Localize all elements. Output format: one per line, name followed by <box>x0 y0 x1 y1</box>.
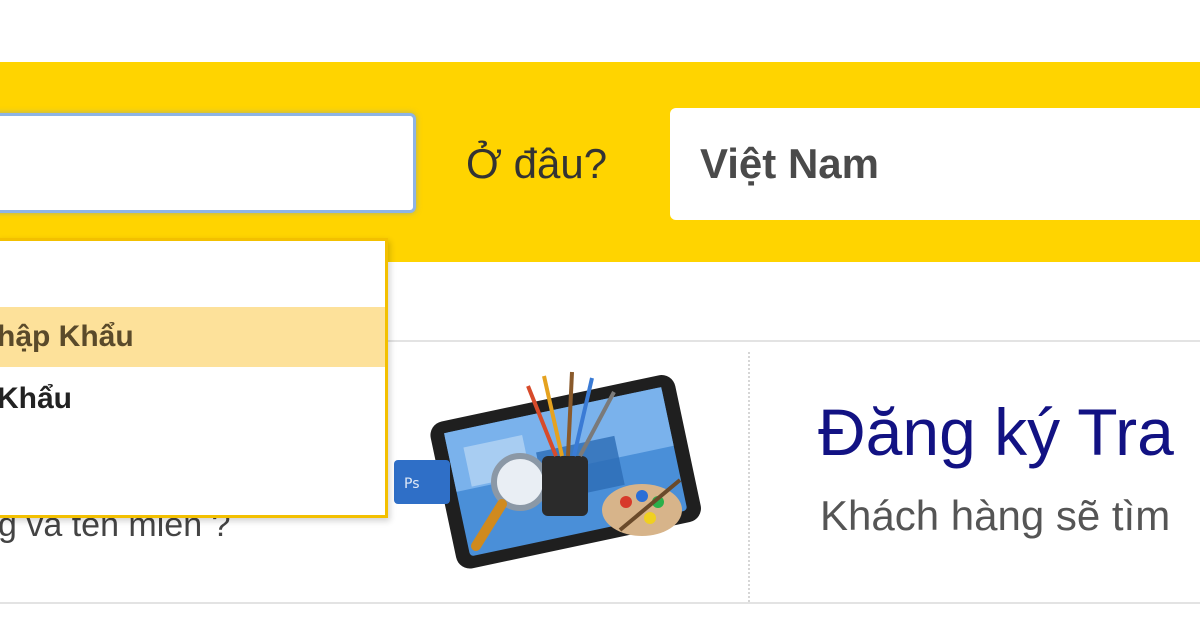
what-search-input[interactable] <box>0 113 416 213</box>
suggestion-item-highlighted[interactable]: hập Khẩu <box>0 307 385 367</box>
where-search-input[interactable] <box>670 108 1200 220</box>
top-strip <box>0 0 1200 62</box>
tablet-with-paint-brushes-icon: Ps <box>394 371 701 569</box>
promo-title[interactable]: Đăng ký Tra <box>818 394 1174 470</box>
autocomplete-dropdown: hập Khẩu Khẩu <box>0 238 388 518</box>
where-label: Ở đâu? <box>466 140 608 187</box>
suggestion-item[interactable] <box>0 431 385 491</box>
promo-subtitle: Khách hàng sẽ tìm <box>820 492 1171 539</box>
content-divider-bottom <box>0 602 1200 604</box>
suggestion-item[interactable] <box>0 245 385 305</box>
svg-text:Ps: Ps <box>404 476 420 492</box>
promo-column-divider <box>748 352 750 602</box>
suggestion-item[interactable]: Khẩu <box>0 369 385 429</box>
